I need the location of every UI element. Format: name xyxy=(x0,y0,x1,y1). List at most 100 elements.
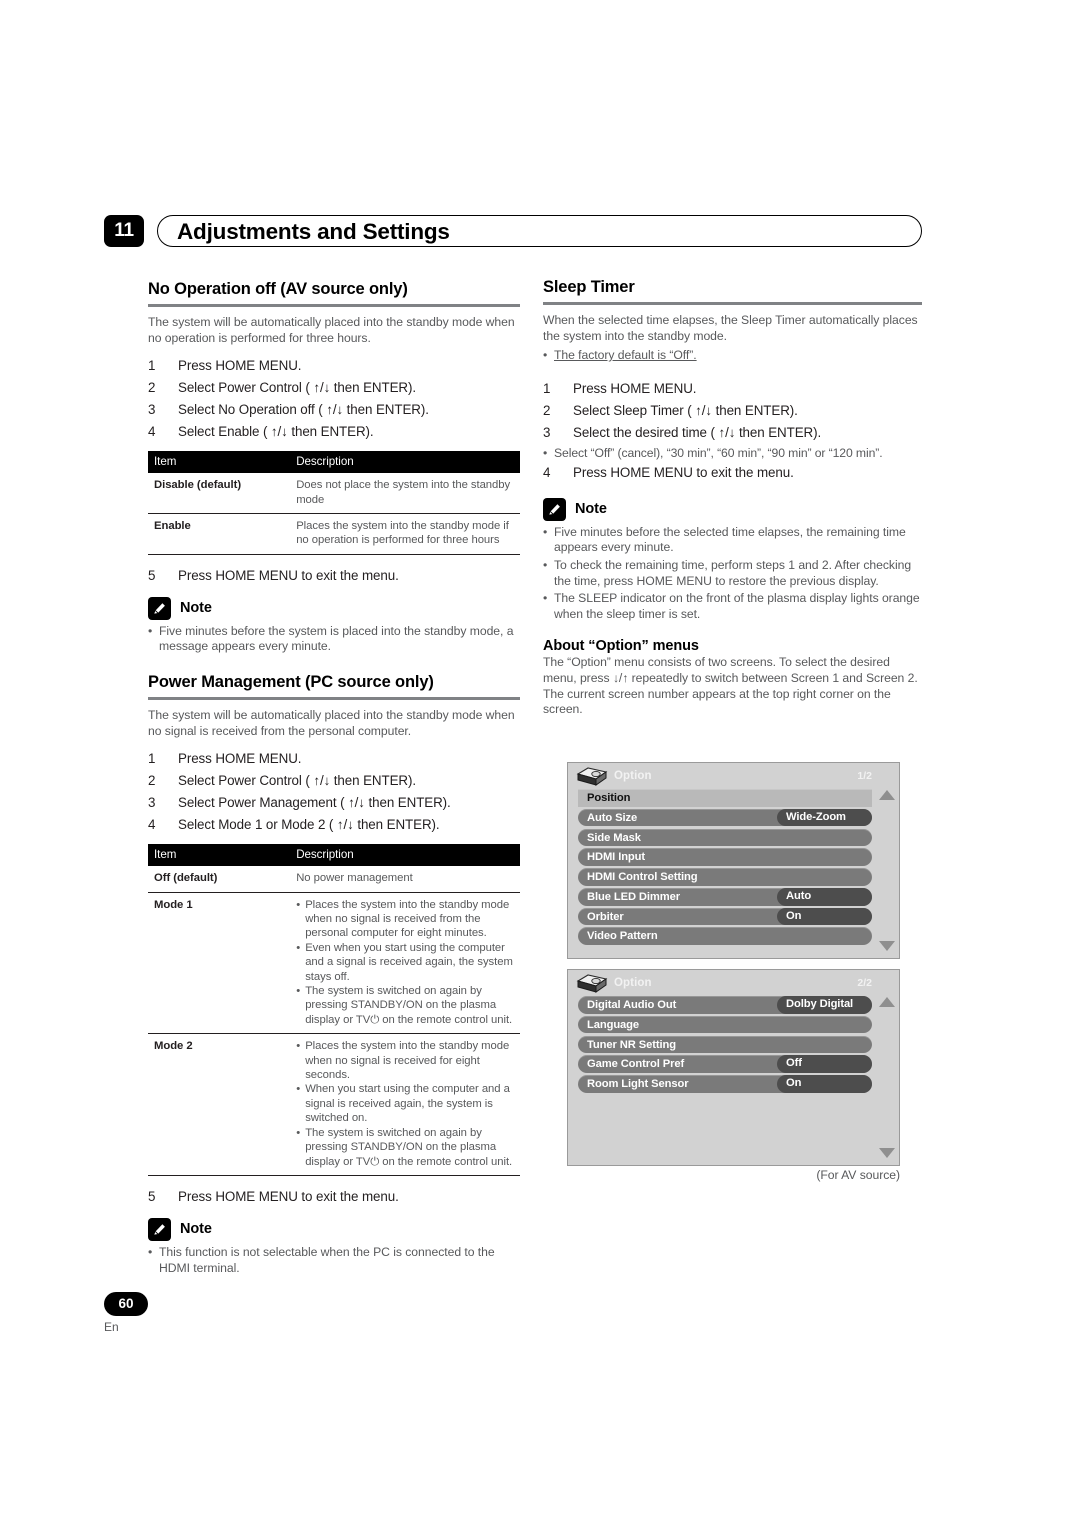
osd-item-label: Digital Audio Out xyxy=(587,999,677,1011)
step-number: 5 xyxy=(148,1188,156,1204)
steps-list-sleep-timer: 1 Press HOME MENU. 2 Select Sleep Timer … xyxy=(543,378,922,484)
step-text: Select Power Management ( ↑/↓ then ENTER… xyxy=(178,795,451,811)
table-row: Off (default) No power management xyxy=(148,866,520,893)
step-text: Select Enable ( ↑/↓ then ENTER). xyxy=(178,424,374,440)
osd-menu-item[interactable]: Tuner NR Setting xyxy=(578,1035,872,1054)
intro-bullet-list: The factory default is “Off”. xyxy=(543,348,922,364)
step-number: 3 xyxy=(148,402,156,418)
osd-titlebar: Option 2/2 xyxy=(573,974,894,996)
step-text: Select Mode 1 or Mode 2 ( ↑/↓ then ENTER… xyxy=(178,817,440,833)
section-intro-text: When the selected time elapses, the Slee… xyxy=(543,313,918,343)
step-number: 1 xyxy=(148,358,156,374)
chapter-header: 11 Adjustments and Settings xyxy=(104,215,922,249)
osd-menu-item[interactable]: Game Control Pref Off xyxy=(578,1055,872,1073)
osd-menu-item[interactable]: Language xyxy=(578,1015,872,1034)
osd-menu-item[interactable]: Blue LED Dimmer Auto xyxy=(578,887,872,906)
step-number: 4 xyxy=(148,424,156,440)
step-item: 1 Press HOME MENU. xyxy=(148,748,520,770)
note-label: Note xyxy=(180,600,212,617)
steps-list-no-operation-off: 1 Press HOME MENU. 2 Select Power Contro… xyxy=(148,355,520,443)
column-header-description: Description xyxy=(290,451,520,474)
cell-bullet: Places the system into the standby mode … xyxy=(296,898,514,941)
section-intro-text: The system will be automatically placed … xyxy=(148,315,515,345)
language-code: En xyxy=(104,1320,119,1334)
cell-bullet: When you start using the computer and a … xyxy=(296,1082,514,1125)
step-text: Press HOME MENU. xyxy=(573,380,697,396)
osd-menu-item[interactable]: Video Pattern xyxy=(578,927,872,946)
step-text: Select Sleep Timer ( ↑/↓ then ENTER). xyxy=(573,402,798,418)
scroll-up-arrow-icon[interactable] xyxy=(879,790,895,800)
scroll-down-arrow-icon[interactable] xyxy=(879,941,895,951)
manual-page: 11 Adjustments and Settings No Operation… xyxy=(0,0,1080,1528)
osd-menu-item[interactable]: Auto Size Wide-Zoom xyxy=(578,808,872,827)
step-number: 5 xyxy=(148,567,156,583)
cell-bullet-list: Places the system into the standby mode … xyxy=(296,898,514,1028)
table-row: Enable Places the system into the standb… xyxy=(148,513,520,555)
cell-item-text: Off (default) xyxy=(154,872,218,885)
step-text: Select No Operation off ( ↑/↓ then ENTER… xyxy=(178,402,429,418)
step-number: 4 xyxy=(543,464,551,480)
osd-menu-item[interactable]: Digital Audio Out Dolby Digital xyxy=(578,996,872,1014)
page-number-badge: 60 xyxy=(104,1292,148,1316)
osd-menu-item[interactable]: Side Mask xyxy=(578,828,872,847)
section-intro-text: The system will be automatically placed … xyxy=(148,708,515,738)
step-item: 2 Select Sleep Timer ( ↑/↓ then ENTER). xyxy=(543,400,922,422)
osd-item-value[interactable]: Dolby Digital xyxy=(777,996,872,1014)
osd-menu-item[interactable]: Orbiter On xyxy=(578,907,872,926)
step-item-final: 4 Press HOME MENU to exit the menu. xyxy=(543,462,922,484)
osd-caption: (For AV source) xyxy=(816,1168,900,1182)
step-item-final: 5 Press HOME MENU to exit the menu. xyxy=(148,565,520,587)
table-header-row: Item Description xyxy=(148,844,520,867)
step-number: 2 xyxy=(148,773,156,789)
osd-option-screen-1: Option 1/2 Position Auto Size Wide-Zoom … xyxy=(567,762,900,959)
subsection-heading-about-option-menus: About “Option” menus xyxy=(543,638,699,655)
right-column: Sleep Timer When the selected time elaps… xyxy=(543,276,922,727)
osd-title: Option xyxy=(614,770,652,782)
osd-item-label: Language xyxy=(587,1018,640,1031)
page-title: Adjustments and Settings xyxy=(177,219,450,244)
osd-menu-item[interactable]: Position xyxy=(578,789,872,807)
intro-bullet: The factory default is “Off”. xyxy=(543,348,922,364)
osd-menu-item[interactable]: HDMI Input xyxy=(578,848,872,866)
osd-title: Option xyxy=(614,977,652,989)
step-number: 2 xyxy=(148,380,156,396)
note-bullet: The SLEEP indicator on the front of the … xyxy=(543,591,922,622)
subsection-body-text: The “Option” menu consists of two screen… xyxy=(543,655,918,717)
osd-item-label: Auto Size xyxy=(587,811,638,824)
step-item-final: 5 Press HOME MENU to exit the menu. xyxy=(148,1186,520,1208)
osd-item-label: Orbiter xyxy=(587,910,624,923)
cell-description: Does not place the system into the stand… xyxy=(290,473,520,515)
option-menu-icon xyxy=(575,973,609,995)
step-item: 3 Select Power Management ( ↑/↓ then ENT… xyxy=(148,792,520,814)
note-header: Note xyxy=(148,596,520,620)
note-bullet-list: This function is not selectable when the… xyxy=(148,1245,520,1276)
osd-menu-item[interactable]: Room Light Sensor On xyxy=(578,1075,872,1093)
step-text: Select Power Control ( ↑/↓ then ENTER). xyxy=(178,380,416,396)
pencil-icon xyxy=(543,497,566,521)
scroll-up-arrow-icon[interactable] xyxy=(879,997,895,1007)
osd-item-value[interactable]: Auto xyxy=(777,887,872,906)
osd-item-value[interactable]: On xyxy=(777,1075,872,1093)
heading-rule xyxy=(148,304,520,307)
heading-rule xyxy=(148,697,520,700)
step-text: Select Power Control ( ↑/↓ then ENTER). xyxy=(178,773,416,789)
osd-item-value[interactable]: Wide-Zoom xyxy=(777,808,872,827)
osd-item-value[interactable]: Off xyxy=(777,1055,872,1073)
step-text: Press HOME MENU. xyxy=(178,358,302,374)
osd-item-label: Room Light Sensor xyxy=(587,1078,689,1091)
osd-page-indicator: 1/2 xyxy=(857,770,872,782)
osd-item-label: Tuner NR Setting xyxy=(587,1038,676,1051)
osd-titlebar: Option 1/2 xyxy=(573,767,894,789)
pencil-icon xyxy=(148,1217,171,1241)
table-header-row: Item Description xyxy=(148,451,520,474)
cell-item-text: Mode 1 xyxy=(154,898,193,911)
cell-bullet: The system is switched on again by press… xyxy=(296,1126,514,1169)
cell-item: Mode 1 xyxy=(148,892,291,1035)
osd-menu-item[interactable]: HDMI Control Setting xyxy=(578,868,872,886)
step-number: 3 xyxy=(543,424,551,440)
step-item: 3 Select No Operation off ( ↑/↓ then ENT… xyxy=(148,399,520,421)
cell-bullet-list: Places the system into the standby mode … xyxy=(296,1039,514,1169)
scroll-down-arrow-icon[interactable] xyxy=(879,1148,895,1158)
step-item: 4 Select Mode 1 or Mode 2 ( ↑/↓ then ENT… xyxy=(148,814,520,836)
osd-item-value[interactable]: On xyxy=(777,907,872,926)
